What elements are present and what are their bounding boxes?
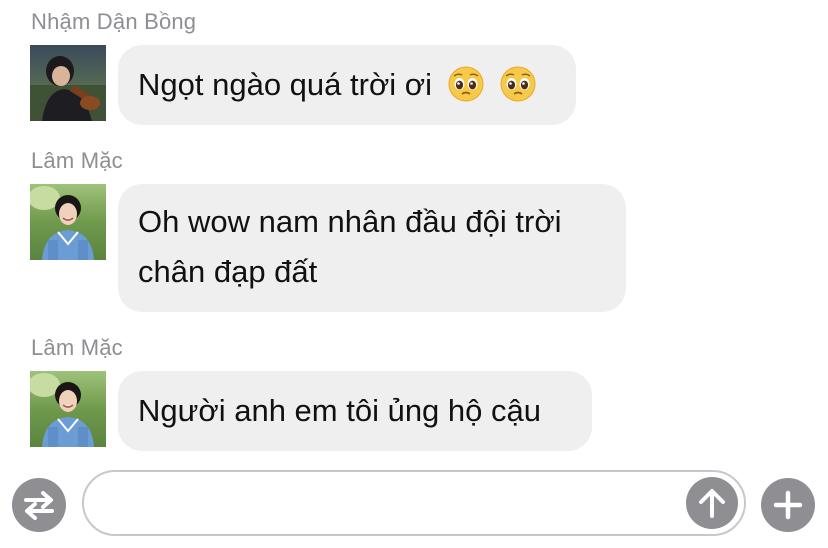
plus-icon [773,490,803,520]
add-button[interactable] [761,478,815,532]
message-text: Người anh em tôi ủng hộ cậu [138,393,541,428]
avatar-photo-outdoor [30,371,106,447]
pleading-face-emoji [447,65,485,103]
pleading-face-emoji [499,65,537,103]
message-bubble[interactable]: Oh wow nam nhân đầu đội trời chân đạp đấ… [118,184,626,312]
message-bubble[interactable]: Người anh em tôi ủng hộ cậu [118,371,592,451]
message-bubble[interactable]: Ngọt ngào quá trời ơi [118,45,576,125]
swap-arrows-icon [24,491,54,520]
avatar[interactable] [30,371,106,447]
avatar-photo-violin [30,45,106,121]
avatar[interactable] [30,184,106,260]
sender-name: Lâm Mặc [31,148,123,173]
message-text: Ngọt ngào quá trời ơi [138,67,432,102]
send-button[interactable] [686,477,738,529]
sender-name: Lâm Mặc [31,335,123,360]
chat-window: Nhậm Dận Bồng Ngọt ngào quá trời ơi Lâm … [0,0,828,548]
message-input-box[interactable] [82,470,746,536]
message-input[interactable] [108,472,672,536]
message-text-line: chân đạp đất [138,254,318,289]
avatar-photo-outdoor [30,184,106,260]
sender-name: Nhậm Dận Bồng [31,9,197,34]
switch-input-button[interactable] [12,478,66,532]
avatar[interactable] [30,45,106,121]
arrow-up-icon [699,489,725,518]
message-text-line: Oh wow nam nhân đầu đội trời [138,204,562,239]
